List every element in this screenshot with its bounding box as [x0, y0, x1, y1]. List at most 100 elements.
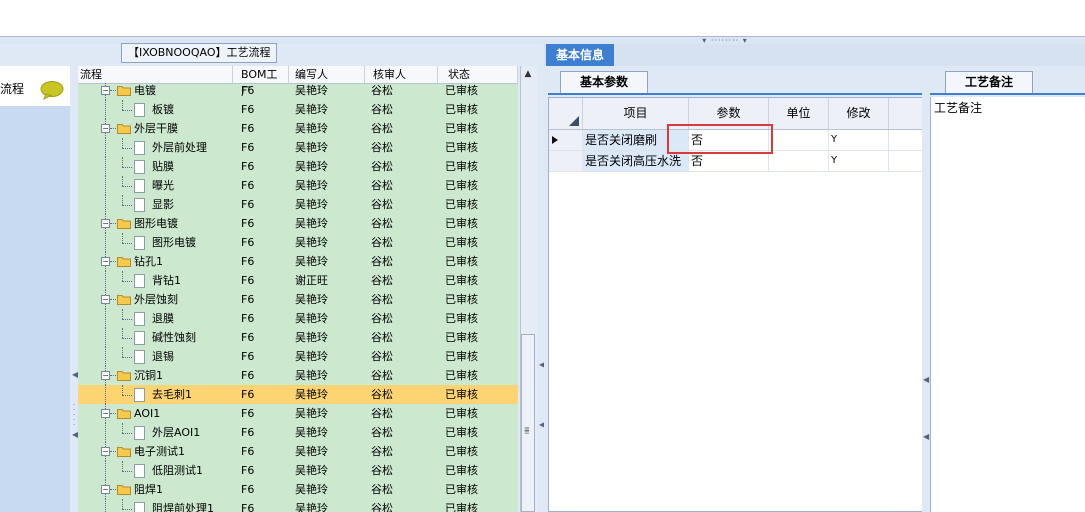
scroll-up-icon[interactable]: ▲ — [520, 66, 536, 83]
remark-textarea[interactable] — [930, 97, 1085, 512]
status-cell: 已审核 — [445, 407, 478, 420]
row-indicator — [549, 151, 583, 171]
tree-line — [122, 100, 123, 110]
process-step-name: 电镀 — [134, 84, 156, 97]
writer-cell: 吴艳玲 — [295, 350, 328, 363]
params-tab-underline — [548, 93, 924, 95]
bom-factory-cell: F6 — [241, 407, 255, 420]
process-row[interactable]: 图形电镀 F6 吴艳玲 谷松 已审核 — [78, 233, 518, 252]
process-step-name: 沉铜1 — [134, 369, 163, 382]
file-icon — [134, 160, 145, 174]
process-step-name: 碱性蚀刻 — [152, 331, 196, 344]
process-row[interactable]: − 外层蚀刻 F6 吴艳玲 谷松 已审核 — [78, 290, 518, 309]
file-icon — [134, 426, 145, 440]
writer-cell: 谢正旺 — [295, 274, 328, 287]
tree-line — [122, 243, 132, 244]
collapse-node-icon[interactable]: − — [101, 447, 110, 456]
left-panel-body — [0, 66, 70, 512]
status-cell: 已审核 — [445, 388, 478, 401]
tree-line — [105, 461, 106, 480]
collapse-node-icon[interactable]: − — [101, 485, 110, 494]
writer-cell: 吴艳玲 — [295, 217, 328, 230]
reviewer-cell: 谷松 — [371, 198, 393, 211]
process-step-name: 电子测试1 — [134, 445, 185, 458]
info-tabbar — [544, 44, 1085, 67]
process-row[interactable]: 显影 F6 吴艳玲 谷松 已审核 — [78, 195, 518, 214]
param-value-cell[interactable]: 否 — [689, 151, 769, 171]
tree-line — [122, 509, 132, 510]
corner-triangle-icon — [569, 116, 579, 126]
process-row[interactable]: 外层前处理 F6 吴艳玲 谷松 已审核 — [78, 138, 518, 157]
middle-splitter[interactable] — [537, 44, 544, 512]
tree-line — [122, 471, 132, 472]
column-header-unit[interactable]: 单位 — [769, 98, 829, 129]
reviewer-cell: 谷松 — [371, 122, 393, 135]
process-row[interactable]: 退膜 F6 吴艳玲 谷松 已审核 — [78, 309, 518, 328]
tab-basic-info[interactable]: 基本信息 — [546, 44, 614, 66]
writer-cell: 吴艳玲 — [295, 388, 328, 401]
process-row[interactable]: − 沉铜1 F6 吴艳玲 谷松 已审核 — [78, 366, 518, 385]
process-row[interactable]: 背钻1 F6 谢正旺 谷松 已审核 — [78, 271, 518, 290]
column-header-reviewer[interactable]: 核审人 — [365, 66, 438, 83]
column-header-bom-factory[interactable]: BOM工厂 — [233, 66, 289, 98]
process-row[interactable]: 曝光 F6 吴艳玲 谷松 已审核 — [78, 176, 518, 195]
status-cell: 已审核 — [445, 160, 478, 173]
process-step-name: 阻焊前处理1 — [152, 502, 214, 512]
column-header-status[interactable]: 状态 — [438, 66, 518, 83]
column-header-writer[interactable]: 编写人 — [289, 66, 365, 83]
speech-bubble-icon[interactable] — [40, 80, 64, 100]
process-row[interactable]: − 阻焊1 F6 吴艳玲 谷松 已审核 — [78, 480, 518, 499]
column-header-filler — [889, 98, 923, 129]
writer-cell: 吴艳玲 — [295, 502, 328, 512]
collapse-node-icon[interactable]: − — [101, 409, 110, 418]
left-panel-label: 流程 — [0, 82, 25, 96]
bom-factory-cell: F6 — [241, 464, 255, 477]
process-step-name: 低阻测试1 — [152, 464, 203, 477]
process-row[interactable]: 去毛刺1 F6 吴艳玲 谷松 已审核 — [78, 385, 518, 404]
bom-factory-cell: F6 — [241, 483, 255, 496]
tree-line — [105, 309, 106, 328]
process-step-name: 阻焊1 — [134, 483, 163, 496]
process-row[interactable]: 外层AOI1 F6 吴艳玲 谷松 已审核 — [78, 423, 518, 442]
collapse-node-icon[interactable]: − — [101, 219, 110, 228]
tree-line — [122, 499, 123, 509]
process-row[interactable]: 阻焊前处理1 F6 吴艳玲 谷松 已审核 — [78, 499, 518, 512]
reviewer-cell: 谷松 — [371, 464, 393, 477]
process-row[interactable]: − 图形电镀 F6 吴艳玲 谷松 已审核 — [78, 214, 518, 233]
status-cell: 已审核 — [445, 122, 478, 135]
right-splitter[interactable] — [922, 66, 930, 512]
collapse-left-icon[interactable]: ◀ — [923, 432, 929, 441]
folder-icon — [117, 295, 131, 305]
param-row[interactable]: 是否关闭高压水洗否 Y — [549, 151, 923, 172]
collapse-node-icon[interactable]: − — [101, 86, 110, 95]
process-row[interactable]: − 电子测试1 F6 吴艳玲 谷松 已审核 — [78, 442, 518, 461]
process-row[interactable]: 板镀 F6 吴艳玲 谷松 已审核 — [78, 100, 518, 119]
tree-line — [105, 499, 106, 512]
file-icon — [134, 331, 145, 345]
collapse-node-icon[interactable]: − — [101, 257, 110, 266]
column-header-modify[interactable]: 修改 — [829, 98, 889, 129]
tree-line — [105, 233, 106, 252]
process-row[interactable]: 退锡 F6 吴艳玲 谷松 已审核 — [78, 347, 518, 366]
process-row[interactable]: − 钻孔1 F6 吴艳玲 谷松 已审核 — [78, 252, 518, 271]
scrollbar-thumb[interactable] — [521, 334, 535, 512]
tab-process-remark[interactable]: 工艺备注 — [945, 71, 1033, 93]
process-row[interactable]: − AOI1 F6 吴艳玲 谷松 已审核 — [78, 404, 518, 423]
process-row[interactable]: − 电镀 F6 吴艳玲 谷松 已审核 — [78, 83, 518, 100]
process-row[interactable]: 低阻测试1 F6 吴艳玲 谷松 已审核 — [78, 461, 518, 480]
tab-basic-params[interactable]: 基本参数 — [560, 71, 648, 93]
collapse-node-icon[interactable]: − — [101, 371, 110, 380]
tree-line — [105, 138, 106, 157]
collapse-node-icon[interactable]: − — [101, 295, 110, 304]
status-cell: 已审核 — [445, 274, 478, 287]
collapse-node-icon[interactable]: − — [101, 124, 110, 133]
bom-factory-cell: F6 — [241, 274, 255, 287]
bom-factory-cell: F6 — [241, 103, 255, 116]
tree-line — [122, 167, 132, 168]
process-row[interactable]: 贴膜 F6 吴艳玲 谷松 已审核 — [78, 157, 518, 176]
process-row[interactable]: − 外层干膜 F6 吴艳玲 谷松 已审核 — [78, 119, 518, 138]
collapse-left-icon[interactable]: ◀ — [923, 375, 929, 384]
column-header-flow[interactable]: 流程 — [78, 66, 233, 83]
file-icon — [134, 236, 145, 250]
process-row[interactable]: 碱性蚀刻 F6 吴艳玲 谷松 已审核 — [78, 328, 518, 347]
